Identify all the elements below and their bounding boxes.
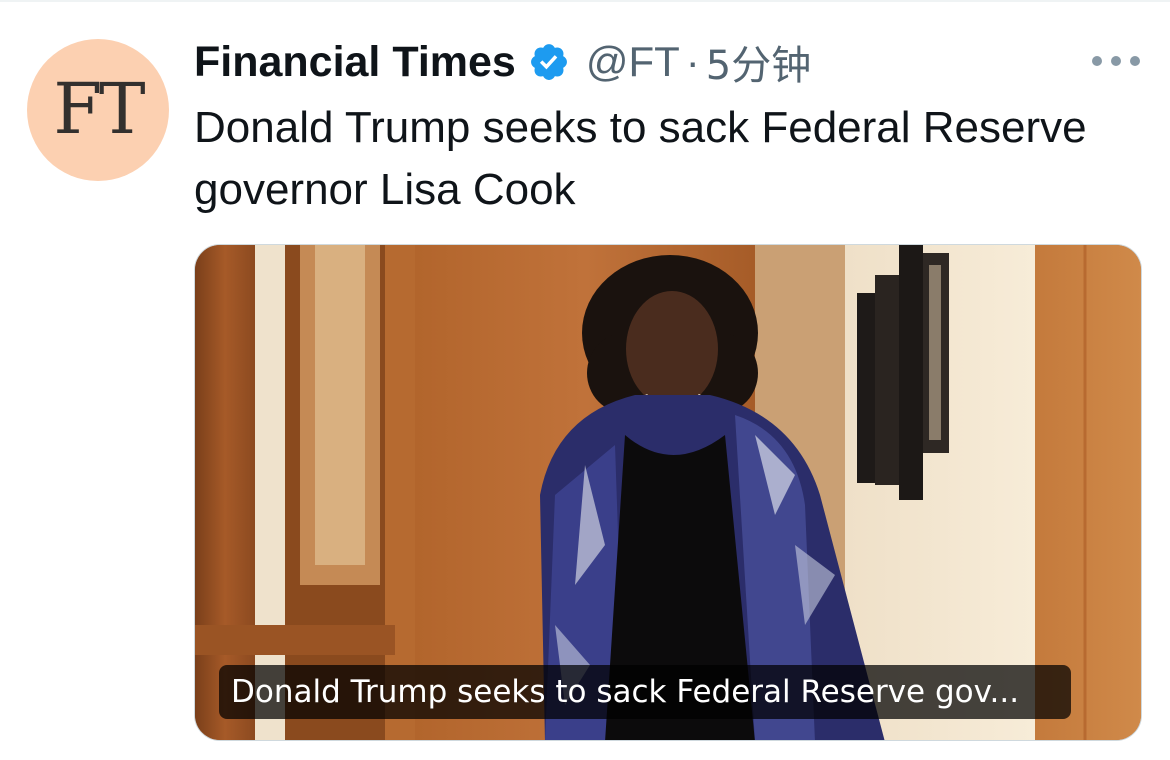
verified-badge-icon bbox=[530, 44, 567, 80]
display-name[interactable]: Financial Times bbox=[194, 38, 516, 87]
tweet-header: Financial Times @FT · 5分钟 bbox=[194, 34, 811, 90]
more-options-icon[interactable] bbox=[1092, 50, 1140, 72]
avatar-logo-text: FT bbox=[53, 68, 145, 150]
divider bbox=[0, 0, 1170, 2]
avatar[interactable]: FT bbox=[27, 39, 169, 181]
timestamp[interactable]: 5分钟 bbox=[706, 33, 811, 91]
handle[interactable]: @FT bbox=[586, 38, 680, 86]
media-card[interactable]: Donald Trump seeks to sack Federal Reser… bbox=[194, 244, 1142, 741]
tweet-text: Donald Trump seeks to sack Federal Reser… bbox=[194, 103, 1087, 214]
card-caption: Donald Trump seeks to sack Federal Reser… bbox=[219, 665, 1071, 719]
tweet[interactable]: FT Financial Times @FT · 5分钟 Donald Trum… bbox=[0, 0, 1170, 760]
separator-dot: · bbox=[685, 38, 700, 85]
